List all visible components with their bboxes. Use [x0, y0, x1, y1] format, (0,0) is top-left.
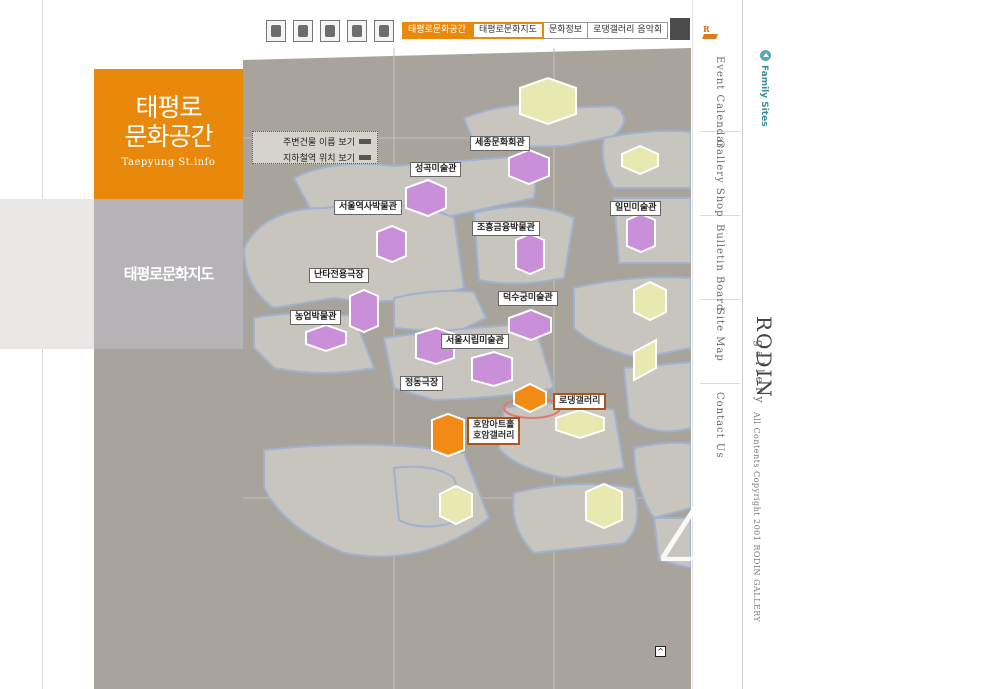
scroll-up-button[interactable]: ^ — [655, 646, 666, 657]
palace-silhouette-band — [0, 199, 94, 349]
site-title-en: Taepyung St.info — [121, 157, 216, 168]
label-seoul-museum[interactable]: 서울시립미술관 — [441, 334, 509, 349]
bldg-other — [519, 76, 577, 126]
rodin-logo-bar — [702, 34, 718, 39]
bldg-choheung — [515, 232, 545, 276]
label-seoul-history[interactable]: 서울역사박물관 — [334, 200, 402, 215]
label-deoksugung[interactable]: 덕수궁미술관 — [498, 291, 558, 306]
toggle-switch-icon[interactable] — [359, 138, 371, 144]
bldg-nanta — [349, 288, 379, 334]
site-title-line2: 문화공간 — [124, 122, 213, 151]
family-sites[interactable]: Family Sites — [758, 50, 774, 127]
bldg-other — [585, 482, 623, 530]
label-nanta[interactable]: 난타전용극장 — [309, 268, 369, 283]
arrow-up-icon — [760, 50, 771, 61]
toggle-switch-icon[interactable] — [359, 154, 371, 160]
side-item-contact-us[interactable]: Contact Us — [700, 384, 740, 468]
label-agriculture[interactable]: 농업박물관 — [290, 310, 342, 325]
picture-icon[interactable] — [293, 20, 313, 42]
side-item-label: Gallery Shop — [714, 140, 725, 218]
top-nav: 태평로문화공간 태평로문화지도 문화정보 로댕갤러리 음악회 — [402, 18, 691, 40]
side-item-bulletin-board[interactable]: Bulletin Board — [700, 216, 740, 311]
label-seonggok[interactable]: 성곡미술관 — [410, 162, 462, 177]
horse-icon[interactable] — [347, 20, 367, 42]
label-choheung[interactable]: 조흥금융박물관 — [472, 221, 540, 236]
frame-line-far-right — [742, 0, 743, 689]
bldg-sejong — [508, 148, 550, 186]
side-menu: Event Calendar Gallery Shop Bulletin Boa… — [700, 48, 740, 468]
family-sites-label: Family Sites — [759, 65, 769, 127]
side-item-event-calendar[interactable]: Event Calendar — [700, 48, 740, 149]
map-toggle-box: 주변건물 이름 보기 지하철역 위치 보기 — [252, 131, 378, 164]
top-icon-bar — [266, 20, 394, 42]
bldg-ilmin — [626, 212, 656, 254]
toggle-building-names[interactable]: 주변건물 이름 보기 — [253, 133, 377, 149]
section-title: 태평로문화지도 — [123, 265, 215, 283]
label-hoam[interactable]: 호암아트홀 호암갤러리 — [467, 417, 521, 445]
pen-icon[interactable] — [374, 20, 394, 42]
bldg-seoul-history — [376, 224, 407, 264]
toggle-label: 주변건물 이름 보기 — [283, 137, 355, 148]
bldg-hoam — [431, 412, 465, 458]
rodin-logo-mark[interactable]: R — [703, 24, 715, 34]
label-rodin[interactable]: 로댕갤러리 — [553, 393, 607, 410]
label-ilmin[interactable]: 일민미술관 — [610, 201, 662, 216]
camera-icon[interactable] — [266, 20, 286, 42]
bldg-agriculture — [305, 323, 347, 353]
page-number: 4 — [656, 484, 723, 606]
rodin-brand-sub: gallery — [753, 340, 766, 407]
section-panel: 태평로문화지도 — [94, 199, 243, 349]
label-sejong[interactable]: 세종문화회관 — [470, 136, 530, 151]
person-icon[interactable] — [320, 20, 340, 42]
toggle-label: 지하철역 위치 보기 — [283, 153, 355, 164]
side-item-site-map[interactable]: Site Map — [700, 300, 740, 384]
nav-tab-culture-map[interactable]: 태평로문화지도 — [471, 22, 544, 39]
side-item-label: Contact Us — [714, 392, 725, 459]
gate-icon — [670, 18, 691, 40]
copyright: All Contents Copyright 2001 RODIN GALLER… — [752, 412, 761, 623]
toggle-subway[interactable]: 지하철역 위치 보기 — [253, 149, 377, 165]
bldg-other — [633, 280, 667, 322]
nav-tab-culture-info[interactable]: 문화정보 — [543, 22, 589, 39]
label-hoam-line2: 호암갤러리 — [473, 431, 515, 441]
side-item-label: Site Map — [714, 308, 725, 362]
nav-brand[interactable]: 태평로문화공간 — [402, 22, 472, 39]
side-item-label: Bulletin Board — [714, 224, 725, 312]
side-item-gallery-shop[interactable]: Gallery Shop — [700, 132, 740, 218]
nav-tab-concert[interactable]: 로댕갤러리 음악회 — [588, 22, 669, 39]
label-hoam-line1: 호암아트홀 — [473, 420, 515, 430]
site-title: 태평로 문화공간 — [94, 93, 243, 151]
site-title-line1: 태평로 — [135, 93, 202, 122]
site-title-block[interactable]: 태평로 문화공간 Taepyung St.info — [94, 69, 243, 199]
bldg-seonggok — [405, 178, 447, 218]
bldg-other — [439, 484, 473, 526]
bldg-seoul-museum — [471, 350, 513, 388]
label-jeongdong[interactable]: 정동극장 — [400, 376, 444, 391]
